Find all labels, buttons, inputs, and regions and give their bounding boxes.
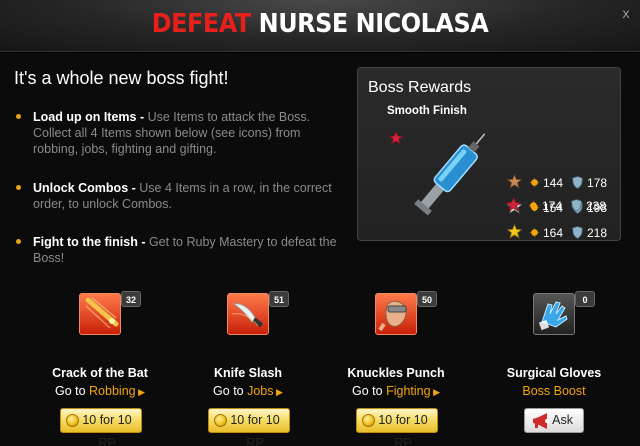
defense-shield-icon bbox=[572, 176, 583, 189]
bat-icon[interactable] bbox=[79, 293, 121, 335]
reward-tier-bronze: 144 178 bbox=[507, 174, 619, 192]
title-boss-name: NURSE NICOLASA bbox=[258, 9, 489, 39]
item-count-badge: 50 bbox=[417, 291, 437, 307]
item-count-badge: 32 bbox=[121, 291, 141, 307]
popup-header: DEFEAT NURSE NICOLASA x bbox=[0, 0, 640, 52]
item-name: Knuckles Punch bbox=[347, 366, 445, 380]
attack-burst-icon bbox=[529, 177, 540, 188]
bullet-fight-finish: Fight to the finish - Get to Ruby Master… bbox=[16, 234, 346, 266]
boss-rewards-title: Boss Rewards bbox=[368, 79, 472, 96]
knuckles-icon[interactable] bbox=[375, 293, 417, 335]
bullet-dot-icon bbox=[16, 239, 21, 244]
item-count-badge: 51 bbox=[269, 291, 289, 307]
item-goto: Go to Fighting ▶ bbox=[352, 384, 440, 398]
buy-item-button[interactable]: 10 for 10 RP bbox=[356, 408, 438, 446]
bullet-dot-icon bbox=[16, 185, 21, 190]
ruby-star-icon bbox=[389, 131, 403, 145]
item-goto: Go to Robbing ▶ bbox=[54, 384, 146, 398]
boss-boost-label: Boss Boost bbox=[522, 384, 586, 398]
gloves-icon[interactable] bbox=[533, 293, 575, 335]
reward-point-coin-icon bbox=[66, 414, 79, 427]
attack-burst-icon bbox=[529, 227, 540, 238]
bronze-star-icon bbox=[507, 174, 522, 189]
item-name: Crack of the Bat bbox=[52, 366, 148, 380]
title-defeat-word: DEFEAT bbox=[151, 9, 252, 39]
item-goto: Go to Jobs ▶ bbox=[213, 384, 283, 398]
defense-shield-icon bbox=[572, 226, 583, 239]
goto-fighting-link[interactable]: Fighting bbox=[386, 384, 430, 398]
gold-star-icon bbox=[507, 224, 522, 239]
popup-title: DEFEAT NURSE NICOLASA bbox=[26, 9, 615, 39]
defense-shield-icon bbox=[571, 199, 582, 212]
item-name: Knife Slash bbox=[213, 366, 283, 380]
intro-heading: It's a whole new boss fight! bbox=[14, 68, 229, 88]
item-name: Surgical Gloves bbox=[506, 366, 602, 380]
arrow-right-icon: ▶ bbox=[273, 387, 283, 397]
knife-icon[interactable] bbox=[227, 293, 269, 335]
ask-button[interactable]: Ask bbox=[524, 408, 584, 433]
syringe-icon[interactable] bbox=[404, 126, 504, 218]
buy-item-button[interactable]: 10 for 10 RP bbox=[60, 408, 142, 446]
buy-item-button[interactable]: 10 for 10 RP bbox=[208, 408, 290, 446]
reward-point-coin-icon bbox=[362, 414, 375, 427]
goto-robbing-link[interactable]: Robbing bbox=[89, 384, 136, 398]
reward-tier-ruby: 174 238 bbox=[506, 197, 618, 215]
reward-tier-gold: 164 218 bbox=[507, 224, 619, 242]
arrow-right-icon: ▶ bbox=[135, 387, 146, 397]
close-button[interactable]: x bbox=[619, 6, 633, 20]
reward-item-name: Smooth Finish bbox=[387, 105, 467, 117]
bullet-dot-icon bbox=[16, 114, 21, 119]
ruby-star-icon bbox=[506, 197, 521, 212]
reward-point-coin-icon bbox=[214, 414, 227, 427]
bullet-unlock-combos: Unlock Combos - Use 4 Items in a row, in… bbox=[16, 180, 346, 212]
arrow-right-icon: ▶ bbox=[430, 387, 440, 397]
megaphone-icon bbox=[533, 413, 549, 429]
attack-burst-icon bbox=[528, 200, 539, 211]
popup-body: It's a whole new boss fight! Load up on … bbox=[0, 53, 640, 446]
goto-jobs-link[interactable]: Jobs bbox=[247, 384, 273, 398]
bullet-load-items: Load up on Items - Use Items to attack t… bbox=[16, 109, 346, 157]
item-count-badge: 0 bbox=[575, 291, 595, 307]
